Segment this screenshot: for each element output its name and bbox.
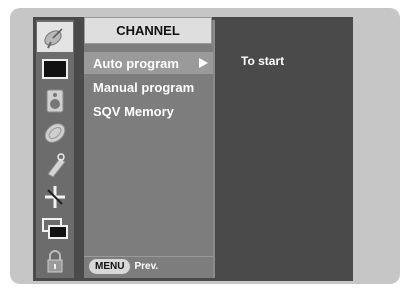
setup-cross-icon[interactable] bbox=[37, 182, 73, 212]
icon-bar bbox=[36, 20, 74, 278]
submenu-divider bbox=[213, 20, 215, 278]
speaker-icon[interactable] bbox=[37, 86, 73, 116]
menu-key-button[interactable]: MENU bbox=[89, 259, 131, 274]
tag-icon[interactable] bbox=[37, 150, 73, 180]
picture-icon[interactable] bbox=[37, 54, 73, 84]
submenu-text: To start bbox=[241, 54, 285, 68]
menu-title: CHANNEL bbox=[84, 17, 212, 44]
clock-icon[interactable] bbox=[37, 118, 73, 148]
lock-icon[interactable] bbox=[37, 246, 73, 276]
footer-bar: MENU Prev. bbox=[84, 256, 213, 276]
submenu-arrow-icon bbox=[199, 58, 208, 68]
satellite-dish-icon[interactable] bbox=[37, 22, 73, 52]
prev-label: Prev. bbox=[134, 261, 159, 272]
menu-item-manual-program[interactable]: Manual program bbox=[84, 76, 213, 98]
screen-icon[interactable] bbox=[37, 214, 73, 244]
menu-item-sqv-memory[interactable]: SQV Memory bbox=[84, 100, 213, 122]
menu-item-auto-program[interactable]: Auto program bbox=[84, 52, 213, 74]
